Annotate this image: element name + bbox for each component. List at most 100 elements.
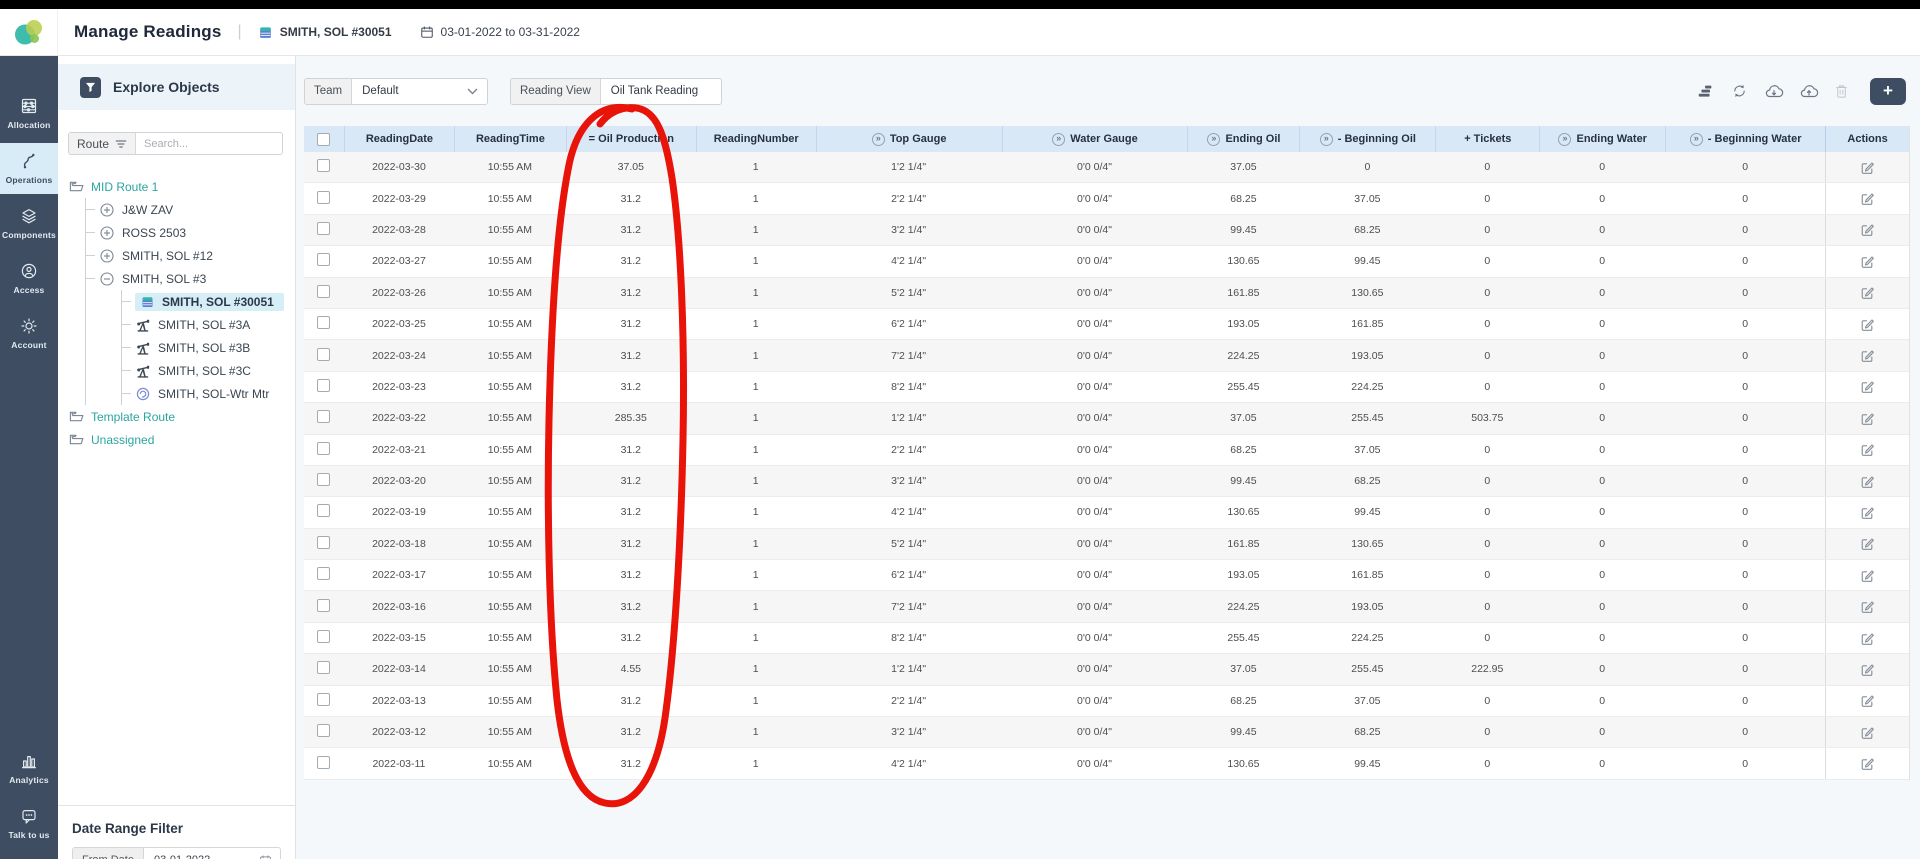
reading-view-select[interactable]: Reading View Oil Tank Reading	[510, 78, 722, 105]
tree-item-smith-sol-12[interactable]: SMITH, SOL #12	[86, 244, 295, 267]
steps-button[interactable]	[1696, 82, 1715, 100]
column-header-beginning-oil: »- Beginning Oil	[1299, 126, 1435, 152]
tree-item-j-w-zav[interactable]: J&W ZAV	[86, 198, 295, 221]
edit-reading-button[interactable]	[1860, 348, 1875, 363]
date-range-chip[interactable]: 03-01-2022 to 03-31-2022	[420, 25, 580, 39]
rail-item-allocation[interactable]: Allocation	[0, 88, 58, 139]
select-all-checkbox[interactable]	[317, 133, 330, 146]
row-checkbox[interactable]	[317, 285, 330, 298]
rail-item-access[interactable]: Access	[0, 253, 58, 304]
circled-chevron-icon[interactable]: »	[1052, 133, 1065, 146]
edit-reading-button[interactable]	[1860, 285, 1875, 300]
tree-item-smith-sol-3b[interactable]: SMITH, SOL #3B	[122, 336, 295, 359]
tree-item-label: SMITH, SOL #3B	[158, 341, 250, 355]
circled-chevron-icon[interactable]: »	[1320, 133, 1333, 146]
row-checkbox[interactable]	[317, 159, 330, 172]
row-checkbox[interactable]	[317, 756, 330, 769]
cell-tickets: 0	[1435, 381, 1539, 393]
rail-item-components[interactable]: Components	[0, 198, 58, 249]
row-checkbox[interactable]	[317, 504, 330, 517]
edit-reading-button[interactable]	[1860, 725, 1875, 740]
circled-chevron-icon[interactable]: »	[1690, 133, 1703, 146]
collapse-minus-icon[interactable]	[100, 272, 114, 286]
tree-item-smith-sol-3a[interactable]: SMITH, SOL #3A	[122, 313, 295, 336]
from-date-field[interactable]: From Date 03-01-2022	[72, 847, 281, 859]
cloud-download-button[interactable]	[1764, 82, 1784, 100]
rail-item-talk-to-us[interactable]: Talk to us	[0, 798, 58, 849]
row-checkbox[interactable]	[317, 442, 330, 455]
route-filter-button[interactable]: Route	[69, 133, 136, 154]
edit-reading-button[interactable]	[1860, 160, 1875, 175]
from-date-calendar-button[interactable]	[251, 848, 280, 859]
rail-item-operations[interactable]: Operations	[0, 143, 58, 194]
tree-item-unassigned[interactable]: Unassigned	[68, 428, 295, 451]
circled-chevron-icon[interactable]: »	[1558, 133, 1571, 146]
selected-entity-chip[interactable]: SMITH, SOL #30051	[258, 25, 392, 39]
circled-chevron-icon[interactable]: »	[1207, 133, 1220, 146]
edit-reading-button[interactable]	[1860, 631, 1875, 646]
edit-reading-button[interactable]	[1860, 505, 1875, 520]
row-checkbox[interactable]	[317, 724, 330, 737]
cell-time: 10:55 AM	[454, 726, 566, 738]
row-checkbox[interactable]	[317, 536, 330, 549]
row-checkbox[interactable]	[317, 253, 330, 266]
row-checkbox[interactable]	[317, 630, 330, 643]
cell-beg_water: 0	[1665, 695, 1825, 707]
row-checkbox[interactable]	[317, 222, 330, 235]
cell-date: 2022-03-17	[344, 569, 454, 581]
cell-water: 0'0 0/4"	[1002, 224, 1188, 236]
row-checkbox[interactable]	[317, 410, 330, 423]
edit-reading-button[interactable]	[1860, 662, 1875, 677]
tree-item-mid-route-1[interactable]: MID Route 1	[68, 175, 295, 198]
expand-plus-icon[interactable]	[100, 249, 114, 263]
app-logo[interactable]	[0, 9, 58, 55]
tree-item-label: Template Route	[91, 410, 175, 424]
edit-reading-button[interactable]	[1860, 222, 1875, 237]
edit-reading-button[interactable]	[1860, 568, 1875, 583]
selected-tree-item: SMITH, SOL #30051	[135, 293, 284, 311]
edit-reading-button[interactable]	[1860, 599, 1875, 614]
cloud-upload-button[interactable]	[1799, 82, 1819, 100]
edit-reading-button[interactable]	[1860, 693, 1875, 708]
edit-reading-button[interactable]	[1860, 411, 1875, 426]
edit-reading-button[interactable]	[1860, 442, 1875, 457]
cell-num: 1	[696, 193, 816, 205]
tree-item-smith-sol-3c[interactable]: SMITH, SOL #3C	[122, 359, 295, 382]
edit-reading-button[interactable]	[1860, 379, 1875, 394]
tree-item-smith-sol-wtr-mtr[interactable]: SMITH, SOL-Wtr Mtr	[122, 382, 295, 405]
tree-item-smith-sol-3[interactable]: SMITH, SOL #3	[86, 267, 295, 290]
row-checkbox[interactable]	[317, 473, 330, 486]
edit-reading-button[interactable]	[1860, 254, 1875, 269]
row-checkbox[interactable]	[317, 316, 330, 329]
team-select[interactable]: Team Default	[304, 78, 488, 105]
row-checkbox[interactable]	[317, 191, 330, 204]
circled-chevron-icon[interactable]: »	[872, 133, 885, 146]
row-checkbox[interactable]	[317, 661, 330, 674]
edit-reading-button[interactable]	[1860, 474, 1875, 489]
row-checkbox[interactable]	[317, 348, 330, 361]
rail-item-label: Components	[2, 230, 56, 240]
cloud-upload-icon	[1799, 82, 1819, 100]
expand-plus-icon[interactable]	[100, 203, 114, 217]
edit-reading-button[interactable]	[1860, 191, 1875, 206]
edit-reading-button[interactable]	[1860, 536, 1875, 551]
tree-item-smith-sol-30051[interactable]: SMITH, SOL #30051	[122, 290, 295, 313]
tree-search-input[interactable]	[136, 133, 282, 154]
tree-item-ross-2503[interactable]: ROSS 2503	[86, 221, 295, 244]
refresh-button[interactable]	[1730, 82, 1749, 100]
cell-end_oil: 37.05	[1187, 663, 1299, 675]
row-checkbox[interactable]	[317, 599, 330, 612]
add-reading-button[interactable]: +	[1870, 78, 1906, 105]
explore-filter-button[interactable]	[80, 77, 101, 98]
row-checkbox[interactable]	[317, 379, 330, 392]
edit-reading-button[interactable]	[1860, 756, 1875, 771]
row-select-cell	[304, 536, 344, 552]
edit-reading-button[interactable]	[1860, 317, 1875, 332]
expand-plus-icon[interactable]	[100, 226, 114, 240]
rail-item-account[interactable]: Account	[0, 308, 58, 359]
row-checkbox[interactable]	[317, 567, 330, 580]
trash-button[interactable]	[1834, 83, 1849, 100]
rail-item-analytics[interactable]: Analytics	[0, 743, 58, 794]
row-checkbox[interactable]	[317, 693, 330, 706]
tree-item-template-route[interactable]: Template Route	[68, 405, 295, 428]
